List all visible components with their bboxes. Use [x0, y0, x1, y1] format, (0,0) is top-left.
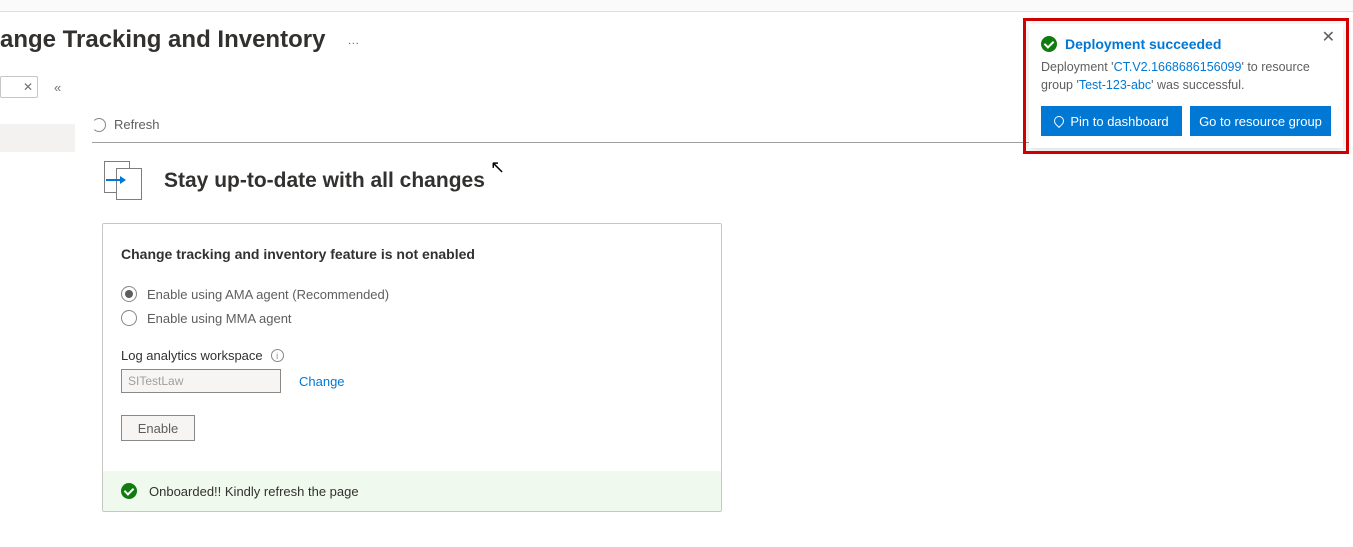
toast-message: Deployment 'CT.V2.1668686156099' to reso… [1041, 58, 1331, 94]
sidebar-selection[interactable] [0, 124, 75, 152]
status-strip: Onboarded!! Kindly refresh the page [103, 471, 721, 511]
radio-mma-label: Enable using MMA agent [147, 311, 292, 326]
document-sync-icon [104, 161, 146, 201]
success-icon [121, 483, 137, 499]
change-link[interactable]: Change [299, 374, 345, 389]
enable-card: Change tracking and inventory feature is… [102, 223, 722, 512]
radio-ama-label: Enable using AMA agent (Recommended) [147, 287, 389, 302]
radio-icon [121, 310, 137, 326]
close-icon[interactable]: ✕ [1322, 30, 1335, 46]
radio-mma[interactable]: Enable using MMA agent [121, 310, 703, 326]
close-chip[interactable]: ✕ [0, 76, 38, 98]
top-divider [0, 0, 1353, 12]
collapse-icon[interactable]: « [54, 80, 58, 95]
info-icon[interactable]: i [271, 349, 284, 362]
radio-ama[interactable]: Enable using AMA agent (Recommended) [121, 286, 703, 302]
notification-toast: ✕ Deployment succeeded Deployment 'CT.V2… [1029, 24, 1343, 148]
workspace-label: Log analytics workspace [121, 348, 263, 363]
headline: Stay up-to-date with all changes [164, 169, 485, 193]
status-message: Onboarded!! Kindly refresh the page [149, 484, 359, 499]
go-to-resource-group-button[interactable]: Go to resource group [1190, 106, 1331, 136]
radio-icon [121, 286, 137, 302]
workspace-input [121, 369, 281, 393]
refresh-label: Refresh [114, 117, 160, 132]
resource-group-link[interactable]: Test-123-abc [1079, 78, 1151, 92]
success-icon [1041, 36, 1057, 52]
refresh-icon [92, 118, 106, 132]
page-title: ange Tracking and Inventory [0, 26, 325, 54]
toast-highlight: ✕ Deployment succeeded Deployment 'CT.V2… [1023, 18, 1349, 154]
pin-icon [1052, 114, 1066, 128]
enable-button[interactable]: Enable [121, 415, 195, 441]
pin-to-dashboard-button[interactable]: Pin to dashboard [1041, 106, 1182, 136]
more-actions-icon[interactable]: … [347, 33, 360, 47]
deployment-link[interactable]: CT.V2.1668686156099 [1114, 60, 1242, 74]
card-title: Change tracking and inventory feature is… [121, 246, 703, 262]
toast-title[interactable]: Deployment succeeded [1065, 36, 1221, 52]
